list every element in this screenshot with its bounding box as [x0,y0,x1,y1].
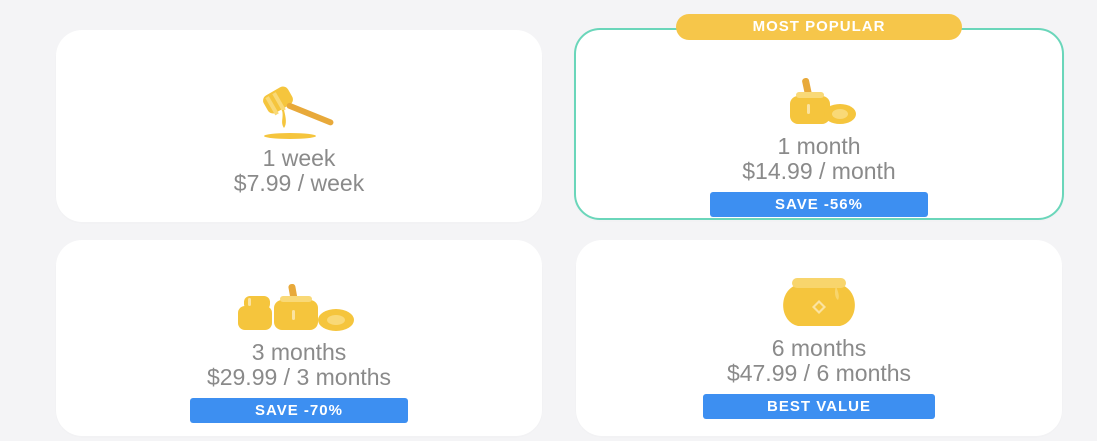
honey-jars-stack-icon [234,268,364,334]
plan-price: $47.99 / 6 months [726,360,912,386]
best-value-badge: BEST VALUE [703,394,935,419]
plan-price: $29.99 / 3 months [206,364,392,390]
plan-price: $14.99 / month [742,158,896,184]
most-popular-badge: MOST POPULAR [676,14,962,40]
plan-card-1-month[interactable]: 1 month $14.99 / month SAVE -56% [574,28,1064,220]
plan-price: $7.99 / week [233,170,365,196]
plan-card-6-months[interactable]: 6 months $47.99 / 6 months BEST VALUE [576,240,1062,436]
plan-title: 1 month [777,133,861,159]
save-badge: SAVE -56% [710,192,928,217]
plan-card-1-week[interactable]: 1 week $7.99 / week [56,30,542,222]
save-badge: SAVE -70% [190,398,408,423]
honey-dipper-icon [254,74,344,140]
plan-card-3-months[interactable]: 3 months $29.99 / 3 months SAVE -70% [56,240,542,436]
plan-title: 1 week [262,145,336,171]
plan-title: 3 months [251,339,347,365]
honey-jar-small-icon [774,62,864,128]
honey-pot-icon [774,264,864,330]
plan-title: 6 months [771,335,867,361]
